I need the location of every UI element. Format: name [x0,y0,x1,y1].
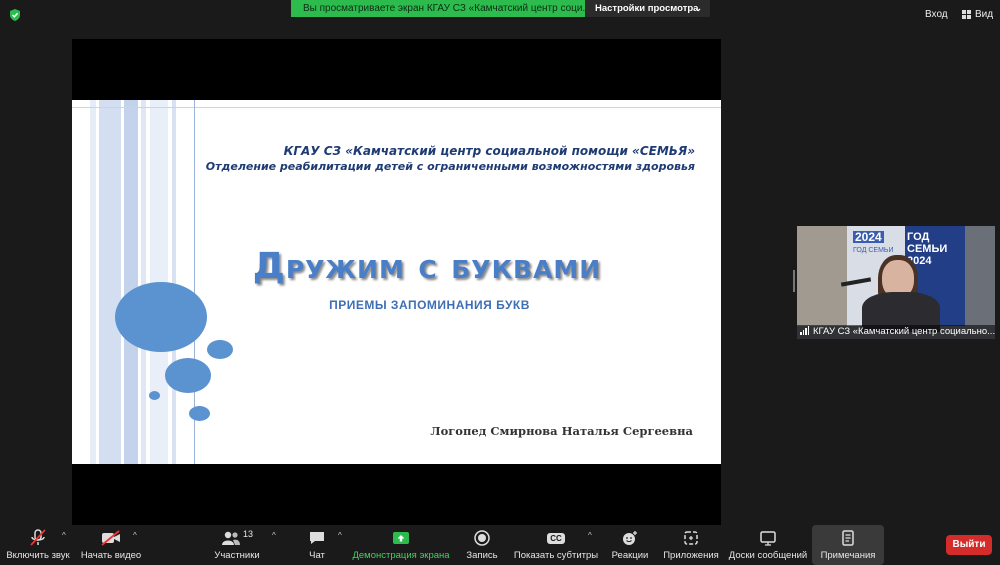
reactions-icon [619,529,641,547]
captions-icon-text: CC [547,532,565,544]
bubble-decoration [189,406,210,421]
slide-title: Дружим с буквами [252,246,602,287]
chevron-down-icon: ⌄ [694,3,702,13]
slide-author: Логопед Смирнова Наталья Сергеевна [430,424,693,438]
security-shield-icon[interactable] [8,8,22,22]
bubble-decoration [115,282,207,352]
room-background [797,226,847,326]
notes-label: Примечания [820,550,876,561]
video-options-caret-icon[interactable]: ^ [133,531,137,540]
panel-splitter-handle[interactable] [793,270,795,292]
signal-strength-icon [800,326,810,339]
captions-label: Показать субтитры [513,550,599,561]
audio-options-caret-icon[interactable]: ^ [62,531,66,540]
reactions-label: Реакции [611,550,649,561]
participant-name: КГАУ СЗ «Камчатский центр социально... [813,326,995,337]
participants-label: Участники [214,550,260,561]
unmute-button[interactable]: Включить звук [6,525,70,565]
apps-label: Приложения [663,550,719,561]
reactions-button[interactable]: Реакции [610,525,650,565]
captions-caret-icon[interactable]: ^ [588,531,592,540]
record-label: Запись [466,550,498,561]
share-screen-button[interactable]: Демонстрация экрана [352,525,450,565]
slide-subtitle: ПРИЕМЫ ЗАПОМИНАНИЯ БУКВ [329,298,530,312]
slide-department: Отделение реабилитации детей с ограничен… [205,160,695,173]
captions-button[interactable]: CC Показать субтитры [514,525,598,565]
participants-count: 13 [242,529,253,539]
participant-name-label: КГАУ СЗ «Камчатский центр социально... [797,325,995,339]
notes-icon [837,529,859,547]
board-year-text: 2024 [853,230,884,244]
screen-share-banner: Вы просматриваете экран КГАУ СЗ «Камчатс… [291,0,585,17]
unmute-label: Включить звук [6,550,70,561]
participant-video-tile[interactable]: 2024 ГОД СЕМЬИ ГОД СЕМЬИ 2024 КГАУ СЗ «К… [797,226,995,339]
view-button-label: Вид [975,9,994,20]
notes-button[interactable]: Примечания [812,525,884,565]
record-button[interactable]: Запись [462,525,502,565]
chat-button[interactable]: Чат [300,525,334,565]
enter-button[interactable]: Вход [925,9,948,20]
leave-button[interactable]: Выйти [946,535,992,555]
participants-button[interactable]: 13 Участники [212,525,262,565]
presentation-slide: КГАУ СЗ «Камчатский центр социальной пом… [72,100,721,464]
apps-button[interactable]: Приложения [662,525,720,565]
banner-text-line2: СЕМЬИ [907,243,948,255]
whiteboard-icon [757,529,779,547]
closed-captions-icon: CC [545,529,567,547]
meeting-toolbar: Включить звук ^ Начать видео ^ 13 Участн… [0,525,1000,565]
whiteboards-label: Доски сообщений [728,550,808,561]
slide-stripe-decoration [72,100,197,464]
chat-caret-icon[interactable]: ^ [338,531,342,540]
bubble-decoration [149,391,160,400]
video-off-icon [100,529,122,547]
participants-icon: 13 [217,529,257,547]
bubble-decoration [207,340,233,359]
muted-mic-icon [27,529,49,547]
shared-screen: КГАУ СЗ «Камчатский центр социальной пом… [72,39,721,525]
chat-label: Чат [309,550,325,561]
banner-text-line1: ГОД [907,231,930,243]
apps-icon [680,529,702,547]
chat-icon [306,529,328,547]
view-settings-label: Настройки просмотра [595,3,699,14]
record-icon [471,529,493,547]
view-settings-button[interactable]: Настройки просмотра ⌄ [585,0,710,17]
start-video-label: Начать видео [80,550,142,561]
share-screen-icon [390,529,412,547]
bubble-decoration [165,358,211,393]
board-caption-text: ГОД СЕМЬИ [853,247,894,254]
slide-top-line [72,107,721,108]
participants-caret-icon[interactable]: ^ [272,531,276,540]
slide-org-name: КГАУ СЗ «Камчатский центр социальной пом… [283,144,695,158]
whiteboards-button[interactable]: Доски сообщений [728,525,808,565]
view-button[interactable]: Вид [962,9,993,20]
share-screen-label: Демонстрация экрана [352,550,450,561]
grid-view-icon [962,10,971,19]
